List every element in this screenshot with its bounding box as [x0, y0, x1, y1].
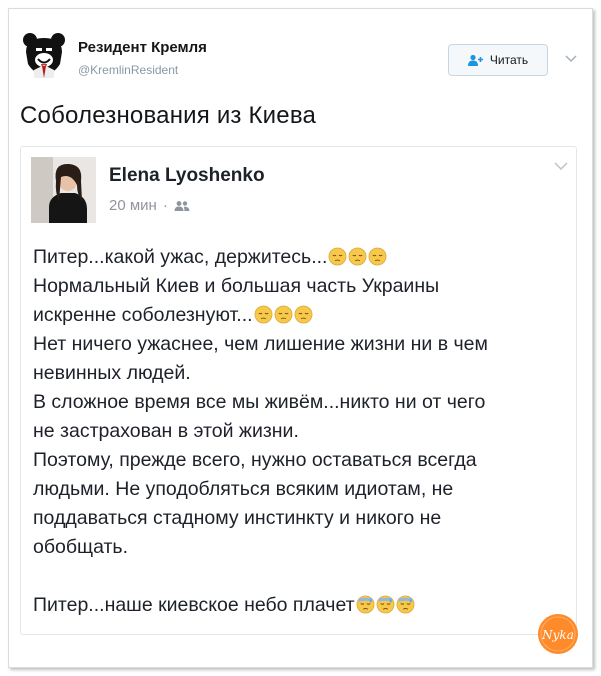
post-line: невинных людей.: [33, 362, 191, 384]
pensive-face-icon: [274, 305, 292, 324]
sad-sweat-face-icon: [356, 595, 375, 614]
post-line: Питер...наше киевское небо плачет: [33, 591, 568, 620]
post-meta: 20 мин ·: [109, 197, 190, 214]
author-name[interactable]: Резидент Кремля: [78, 39, 207, 56]
bear-avatar-icon[interactable]: [20, 30, 68, 78]
add-user-icon: [467, 54, 483, 66]
post-body: Питер...какой ужас, держитесь... Нормаль…: [33, 243, 568, 620]
post-line: В сложное время все мы живём...никто ни …: [33, 391, 486, 413]
nyka-watermark-logo: Nyka: [538, 614, 578, 654]
post-time[interactable]: 20 мин: [109, 197, 157, 214]
post-line: Питер...какой ужас, держитесь...: [33, 243, 568, 272]
chevron-down-icon[interactable]: [554, 161, 568, 171]
sad-sweat-face-icon: [396, 595, 415, 614]
post-line-text: искренне соболезнуют...: [33, 304, 253, 326]
meta-separator: ·: [162, 197, 168, 214]
profile-photo[interactable]: [31, 157, 96, 223]
post-line: людьми. Не уподобляться всяким идиотам, …: [33, 478, 454, 500]
author-handle[interactable]: @KremlinResident: [78, 63, 178, 77]
sad-sweat-face-icon: [376, 595, 395, 614]
follow-label: Читать: [489, 53, 529, 67]
pensive-face-icon: [349, 247, 367, 266]
friends-icon[interactable]: [174, 200, 190, 212]
pensive-face-icon: [294, 305, 312, 324]
post-line: Поэтому, прежде всего, нужно оставаться …: [33, 449, 477, 471]
post-line-text: Питер...какой ужас, держитесь...: [33, 246, 328, 268]
post-line: Нормальный Киев и большая часть Украины: [33, 275, 440, 297]
post-line: искренне соболезнуют...: [33, 301, 568, 330]
watermark-text: Nyka: [541, 628, 574, 642]
follow-button[interactable]: Читать: [448, 44, 548, 76]
chevron-down-icon[interactable]: [565, 52, 577, 64]
post-line-text: Питер...наше киевское небо плачет: [33, 594, 355, 616]
pensive-face-icon: [329, 247, 347, 266]
tweet-header: Резидент Кремля @KremlinResident Читать: [20, 30, 580, 90]
pensive-face-icon: [254, 305, 272, 324]
tweet-text: Соболезнования из Киева: [20, 102, 317, 129]
post-line: не застрахован в этой жизни.: [33, 420, 299, 442]
pensive-face-icon: [369, 247, 387, 266]
post-line: обобщать.: [33, 536, 128, 558]
facebook-post-card: Elena Lyoshenko 20 мин · Питер...какой у…: [20, 146, 577, 635]
post-line: поддаваться стадному инстинкту и никого …: [33, 507, 442, 529]
post-line: Нет ничего ужаснее, чем лишение жизни ни…: [33, 333, 488, 355]
post-author-name[interactable]: Elena Lyoshenko: [109, 165, 265, 187]
